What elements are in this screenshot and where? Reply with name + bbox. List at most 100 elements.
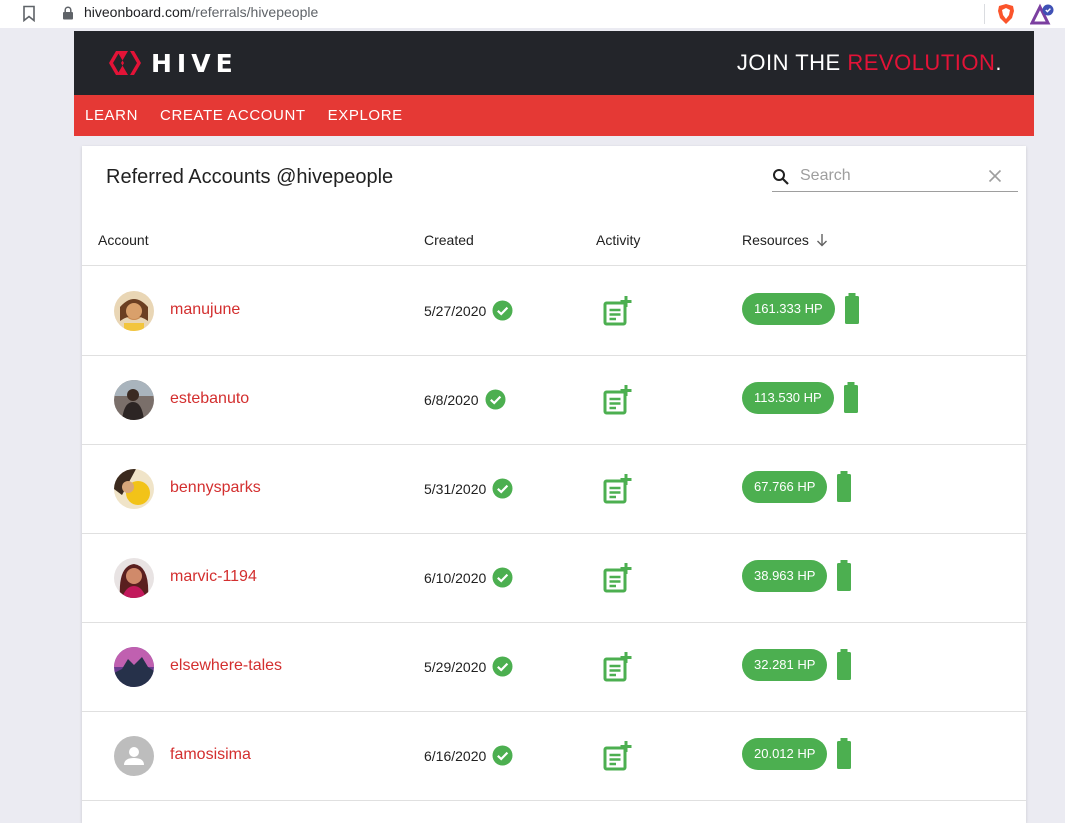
clear-icon[interactable] [988,169,1002,183]
tagline: JOIN THE REVOLUTION. [737,50,1002,76]
check-circle-icon [492,300,513,321]
avatar-image [114,558,154,598]
created-date: 6/10/2020 [424,569,487,586]
brave-shield-icon[interactable] [996,3,1016,25]
hp-chip[interactable]: 67.766 HP [742,471,828,503]
created-cell: 6/10/2020 [424,567,513,588]
check-circle-icon [485,389,505,410]
referred-accounts-card: Referred Accounts @hivepeople Account Cr… [82,146,1026,823]
tagline-highlight: REVOLUTION [847,50,996,75]
table-row: elsewhere-tales 5/29/2020 32.281 HP [82,623,1026,712]
hp-chip[interactable]: 32.281 HP [742,649,828,681]
search-input[interactable] [800,164,980,188]
avatar[interactable] [114,558,154,598]
account-link[interactable]: elsewhere-tales [170,657,282,675]
site-nav: LEARN CREATE ACCOUNT EXPLORE [74,95,1034,136]
avatar-image [114,291,154,331]
check-circle-icon [492,478,513,499]
resources-cell: 161.333 HP [742,293,861,325]
avatar-placeholder-icon [114,736,154,776]
column-header-account[interactable]: Account [98,232,149,248]
column-header-resources[interactable]: Resources [742,232,829,248]
activity-add-note-icon[interactable] [602,384,634,416]
activity-add-note-icon[interactable] [602,562,634,594]
nav-explore[interactable]: EXPLORE [328,107,403,124]
lock-icon[interactable] [62,6,74,20]
avatar[interactable] [114,291,154,331]
avatar-image [114,469,154,509]
tagline-suffix: . [995,50,1002,75]
created-date: 5/31/2020 [424,480,487,497]
url-text[interactable]: hiveonboard.com/referrals/hivepeople [84,4,318,20]
battery-full-icon [843,382,858,413]
logo-text: HIVE [151,48,238,78]
hp-chip[interactable]: 113.530 HP [742,382,834,414]
account-link[interactable]: famosisima [170,746,251,764]
battery-full-icon [844,293,859,324]
avatar-image [114,647,154,687]
check-circle-icon [492,567,513,588]
check-circle-icon [492,745,513,766]
url-path: /referrals/hivepeople [191,4,319,20]
nav-create-account[interactable]: CREATE ACCOUNT [160,107,306,124]
page-title: Referred Accounts @hivepeople [106,166,394,188]
activity-add-note-icon[interactable] [602,473,634,505]
created-cell: 5/27/2020 [424,300,513,321]
avatar-image [114,380,154,420]
table-row: bennysparks 5/31/2020 67.766 HP [82,445,1026,534]
extension-triangle-icon[interactable] [1030,3,1054,25]
resources-cell: 67.766 HP [742,471,853,503]
hp-chip[interactable]: 20.012 HP [742,738,828,770]
activity-add-note-icon[interactable] [602,295,634,327]
created-date: 5/27/2020 [424,302,487,319]
account-link[interactable]: bennysparks [170,479,261,497]
column-header-resources-label: Resources [742,232,809,248]
created-date: 5/29/2020 [424,658,487,675]
created-cell: 5/31/2020 [424,478,513,499]
resources-cell: 38.963 HP [742,560,853,592]
activity-add-note-icon[interactable] [602,740,634,772]
battery-full-icon [837,738,852,769]
nav-learn[interactable]: LEARN [85,107,138,124]
table-header: Account Created Activity Resources [82,218,1026,266]
avatar[interactable] [114,469,154,509]
created-cell: 6/8/2020 [424,389,506,410]
avatar[interactable] [114,736,154,776]
search-icon [773,169,789,185]
check-circle-icon [492,656,513,677]
table-row: famosisima 6/16/2020 20.012 HP [82,712,1026,801]
hp-chip[interactable]: 161.333 HP [742,293,835,325]
resources-cell: 32.281 HP [742,649,853,681]
battery-full-icon [837,471,852,502]
resources-cell: 20.012 HP [742,738,853,770]
account-link[interactable]: manujune [170,301,240,319]
activity-add-note-icon[interactable] [602,651,634,683]
created-cell: 5/29/2020 [424,656,513,677]
url-domain: hiveonboard.com [84,4,192,20]
bookmark-icon[interactable] [22,5,36,22]
created-date: 6/16/2020 [424,747,487,764]
tagline-prefix: JOIN THE [736,50,848,75]
avatar[interactable] [114,647,154,687]
hive-logo-icon [109,51,141,75]
table-row: manujune 5/27/2020 161.333 HP [82,267,1026,356]
battery-full-icon [837,560,852,591]
created-date: 6/8/2020 [424,391,479,408]
avatar[interactable] [114,380,154,420]
table-row: estebanuto 6/8/2020 113.530 HP [82,356,1026,445]
account-link[interactable]: marvic-1194 [170,568,257,586]
toolbar-divider [984,4,985,24]
hp-chip[interactable]: 38.963 HP [742,560,828,592]
created-cell: 6/16/2020 [424,745,513,766]
account-link[interactable]: estebanuto [170,390,249,408]
hive-logo[interactable]: HIVE [108,47,238,79]
battery-full-icon [837,649,852,680]
column-header-activity[interactable]: Activity [596,232,640,248]
accounts-table-body: manujune 5/27/2020 161.333 HP estebanuto… [82,267,1026,801]
arrow-down-icon[interactable] [815,233,829,247]
browser-url-bar: hiveonboard.com/referrals/hivepeople [0,0,1065,28]
column-header-created[interactable]: Created [424,232,474,248]
search-box [772,160,1018,192]
site-header: HIVE JOIN THE REVOLUTION. [74,31,1034,95]
table-row: marvic-1194 6/10/2020 38.963 HP [82,534,1026,623]
